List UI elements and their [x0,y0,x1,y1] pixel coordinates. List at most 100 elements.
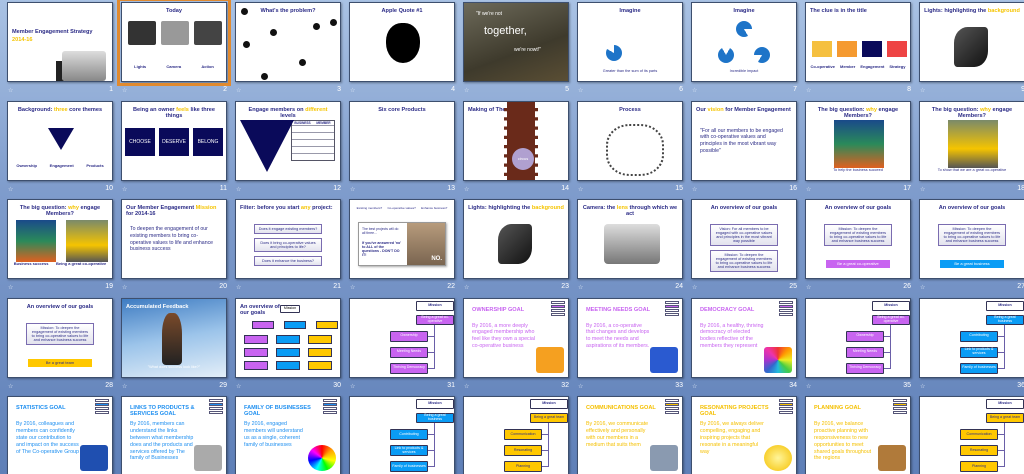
slide-thumbnail-45[interactable]: Mission Being a great team Communication Re… [919,396,1024,474]
slide-thumbnail-44[interactable]: PLANNING GOAL By 2016, we balance proacti… [805,396,911,474]
slide-thumbnail-22[interactable]: Existing members? Co-operative values? Enh… [349,199,455,279]
slide-thumbnail-30[interactable]: Mission An overview of our goals [235,297,341,378]
slide-subtitle: 2014-16 [12,37,33,43]
slide-caption: To show that we are a great co-operative [937,167,1007,172]
slide-thumbnail-4[interactable]: Apple Quote #1 [349,2,455,82]
callout-warning: If you've answered 'no' to ALL of the qu… [362,241,402,257]
org-connector [428,466,435,467]
slide-transition-icon[interactable]: ☆ [464,284,469,291]
slide-transition-icon[interactable]: ☆ [692,284,697,291]
slide-transition-icon[interactable]: ☆ [236,284,241,291]
slide-thumbnail-27[interactable]: An overview of our goals Mission: To deep… [919,199,1024,279]
slide-transition-icon[interactable]: ☆ [806,186,811,193]
slide-thumbnail-38[interactable]: LINKS TO PRODUCTS & SERVICES GOAL By 2016… [121,396,227,474]
slide-transition-icon[interactable]: ☆ [8,383,13,390]
title-part: An overview of our goals [938,205,1006,211]
slide-transition-icon[interactable]: ☆ [236,383,241,390]
slide-transition-icon[interactable]: ☆ [8,284,13,291]
slide-thumbnail-1[interactable]: Member Engagement Strategy 2014-16 [7,2,113,82]
slide-transition-icon[interactable]: ☆ [122,186,127,193]
slide-thumbnail-9[interactable]: Lights: highlighting the background [919,2,1024,82]
slide-thumbnail-15[interactable]: Process [577,100,683,181]
slide-transition-icon[interactable]: ☆ [236,87,241,94]
slide-thumbnail-16[interactable]: Our vision for Member Engagement "For all… [691,100,797,181]
slide-thumbnail-20[interactable]: Our Member Engagement Mission for 2014-1… [121,199,227,279]
mini-org-chart-icon [551,300,565,317]
slide-thumbnail-7[interactable]: Imagine Incredible impact [691,2,797,82]
slide-transition-icon[interactable]: ☆ [692,383,697,390]
slide-thumbnail-8[interactable]: The clue is in the title Co-operative Memb… [805,2,911,82]
slide-thumbnail-42[interactable]: COMMUNICATIONS GOAL By 2016, we communica… [577,396,683,474]
slide-transition-icon[interactable]: ☆ [578,383,583,390]
slide-transition-icon[interactable]: ☆ [806,383,811,390]
slide-transition-icon[interactable]: ☆ [920,186,925,193]
slide-transition-icon[interactable]: ☆ [122,87,127,94]
slide-transition-icon[interactable]: ☆ [464,383,469,390]
slide-thumbnail-28[interactable]: An overview of our goals Mission: To deep… [7,297,113,378]
slide-transition-icon[interactable]: ☆ [350,284,355,291]
slide-thumbnail-36[interactable]: Mission Being a great business Contributin… [919,297,1024,378]
title-part: Imagine [619,8,641,14]
slide-thumbnail-32[interactable]: OWNERSHIP GOAL By 2016, a more deeply eng… [463,297,569,378]
slide-thumbnail-35[interactable]: Mission Being a great co-operative Ownersh… [805,297,911,378]
org-node-child: Ownership [846,330,884,342]
slide-transition-icon[interactable]: ☆ [806,284,811,291]
slide-transition-icon[interactable]: ☆ [8,186,13,193]
org-connector [428,351,435,353]
slide-transition-icon[interactable]: ☆ [8,87,13,94]
slide-thumbnail-21[interactable]: Filter: before you start any project: Doe… [235,199,341,279]
slide-thumbnail-24[interactable]: Camera: the lens through which we act [577,199,683,279]
slide-thumbnail-29[interactable]: Accumulated Feedback "What does success l… [121,297,227,378]
slide-thumbnail-13[interactable]: Six core Products [349,100,455,181]
slide-transition-icon[interactable]: ☆ [236,186,241,193]
slide-transition-icon[interactable]: ☆ [350,186,355,193]
slide-thumbnail-14[interactable]: Making of The Process circus [463,100,569,181]
slide-thumbnail-26[interactable]: An overview of our goals Mission: To deep… [805,199,911,279]
slide-thumbnail-31[interactable]: Mission Being a great co-operative Ownersh… [349,297,455,378]
slide-transition-icon[interactable]: ☆ [692,87,697,94]
slide-thumbnail-2[interactable]: Today Lights Camera Action [117,0,231,86]
slide-thumbnail-6[interactable]: Imagine Greater than the sum of its parts [577,2,683,82]
slide-transition-icon[interactable]: ☆ [806,87,811,94]
slide-transition-icon[interactable]: ☆ [920,284,925,291]
slide-transition-icon[interactable]: ☆ [464,186,469,193]
slide-number: 11 [219,184,227,192]
slide-thumbnail-41[interactable]: Mission Being a great team Communication Re… [463,396,569,474]
slide-thumbnail-18[interactable]: The big question: why engage Members? To … [919,100,1024,181]
ink-blot-icon [243,41,251,48]
slide-thumbnail-11[interactable]: Being an owner feels like three things CH… [121,100,227,181]
slide-thumbnail-43[interactable]: RESONATING PROJECTS GOAL By 2016, we alwa… [691,396,797,474]
slide-transition-icon[interactable]: ☆ [920,87,925,94]
slide-thumbnail-37[interactable]: STATISTICS GOAL By 2016, colleagues and m… [7,396,113,474]
slide-transition-icon[interactable]: ☆ [464,87,469,94]
slide-thumbnail-5[interactable]: "If we're not together, we're nowt!" [463,2,569,82]
slide-thumbnail-39[interactable]: FAMILY OF BUSINESSES GOAL By 2016, engage… [235,396,341,474]
slide-thumbnail-17[interactable]: The big question: why engage Members? To … [805,100,911,181]
slide-transition-icon[interactable]: ☆ [578,186,583,193]
slide-title: An overview of our goals [12,304,108,310]
slide-thumbnail-34[interactable]: DEMOCRACY GOAL By 2016, a healthy, thrivi… [691,297,797,378]
slide-thumbnail-19[interactable]: The big question: why engage Members? Bus… [7,199,113,279]
slide-transition-icon[interactable]: ☆ [578,284,583,291]
slide-transition-icon[interactable]: ☆ [350,383,355,390]
slide-thumbnail-23[interactable]: Lights: highlighting the background [463,199,569,279]
slide-transition-icon[interactable]: ☆ [920,383,925,390]
title-part: vision [707,106,724,113]
slide-transition-icon[interactable]: ☆ [350,87,355,94]
slide-thumbnail-40[interactable]: Mission Being a great business Contributin… [349,396,455,474]
slide-transition-icon[interactable]: ☆ [122,284,127,291]
slide-title: The big question: why engage Members? [810,107,906,120]
slide-title: Imagine [696,8,792,14]
slide-thumbnail-10[interactable]: Background: three core themes Ownership En… [7,100,113,181]
slide-transition-icon[interactable]: ☆ [578,87,583,94]
no-stamp: NO. [431,256,442,262]
slide-transition-icon[interactable]: ☆ [122,383,127,390]
slide-body: "For all our members to be engaged with … [700,127,783,154]
slide-thumbnail-25[interactable]: An overview of our goals Vision: For all … [691,199,797,279]
slide-transition-icon[interactable]: ☆ [692,186,697,193]
goal-title: MEETING NEEDS GOAL [586,306,651,313]
slide-thumbnail-3[interactable]: What's the problem? [235,2,341,82]
slide-thumbnail-33[interactable]: MEETING NEEDS GOAL By 2016, a co-operativ… [577,297,683,378]
goal-title: LINKS TO PRODUCTS & SERVICES GOAL [130,405,195,417]
slide-thumbnail-12[interactable]: Engage members on different levels BUSINE… [235,100,341,181]
